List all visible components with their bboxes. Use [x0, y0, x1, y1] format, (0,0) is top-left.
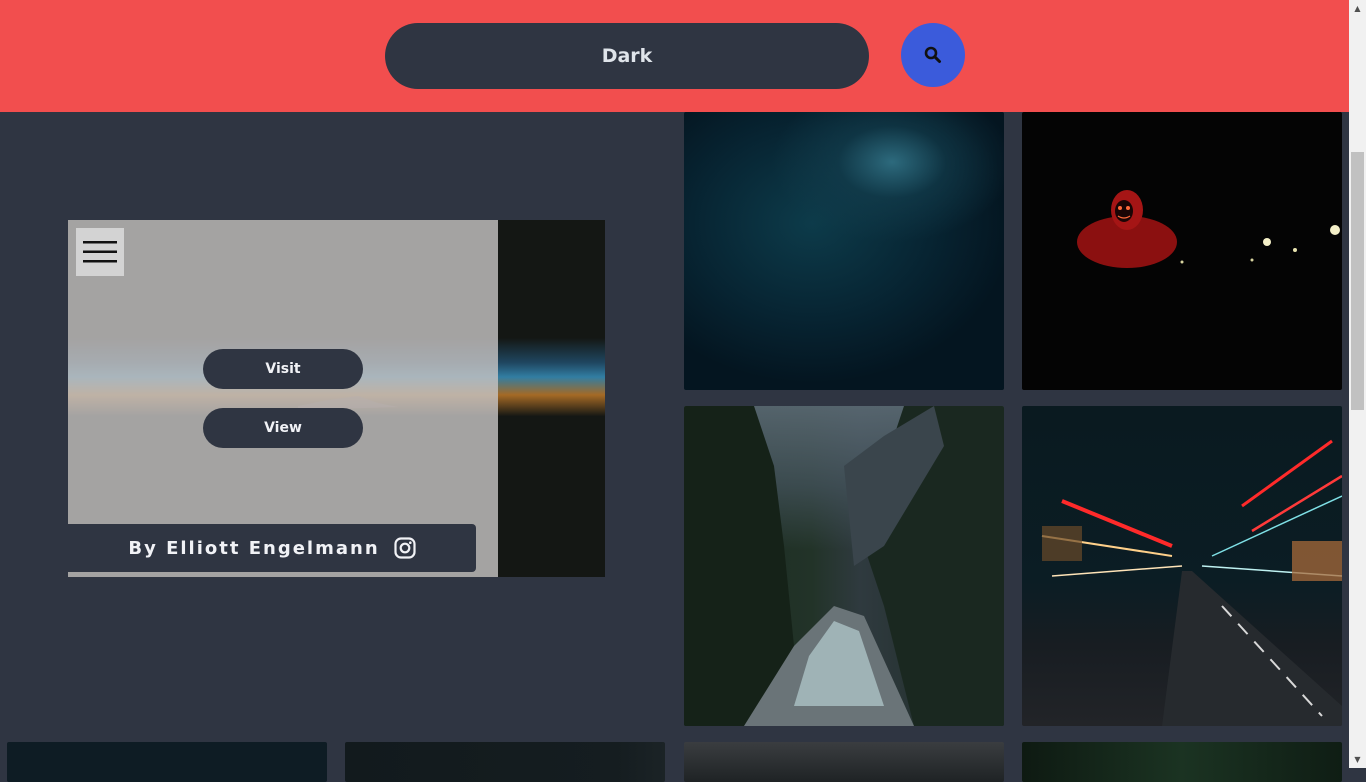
search-button[interactable]	[901, 23, 965, 87]
menu-button[interactable]	[76, 228, 124, 276]
author-credit-bar[interactable]: By Elliott Engelmann	[68, 524, 476, 572]
vertical-scrollbar[interactable]: ▲ ▼	[1349, 0, 1366, 768]
search-input[interactable]	[385, 23, 869, 89]
search-icon	[924, 46, 941, 63]
scroll-down-arrow-icon[interactable]: ▼	[1349, 751, 1366, 768]
featured-card: Visit View By Elliott Engelmann	[68, 220, 605, 577]
gallery-image-bottom-1[interactable]	[7, 742, 327, 782]
gallery-image-bottom-4[interactable]	[1022, 742, 1342, 782]
author-name: By Elliott Engelmann	[128, 537, 380, 559]
view-button[interactable]: View	[203, 408, 363, 448]
header-bar	[0, 0, 1349, 112]
gallery-image-light-trails[interactable]	[1022, 406, 1342, 726]
instagram-icon[interactable]	[394, 537, 416, 559]
hamburger-menu-icon	[83, 241, 117, 263]
scrollbar-thumb[interactable]	[1351, 152, 1364, 410]
gallery-image-dark-clouds[interactable]	[684, 112, 1004, 390]
gallery-image-forest-river[interactable]	[684, 406, 1004, 726]
gallery-image-bottom-3[interactable]	[684, 742, 1004, 782]
gallery-image-masked-hood[interactable]	[1022, 112, 1342, 390]
visit-button[interactable]: Visit	[203, 349, 363, 389]
featured-overlay: Visit View By Elliott Engelmann	[68, 220, 498, 577]
scroll-up-arrow-icon[interactable]: ▲	[1349, 0, 1366, 17]
gallery-image-bottom-2[interactable]	[345, 742, 665, 782]
